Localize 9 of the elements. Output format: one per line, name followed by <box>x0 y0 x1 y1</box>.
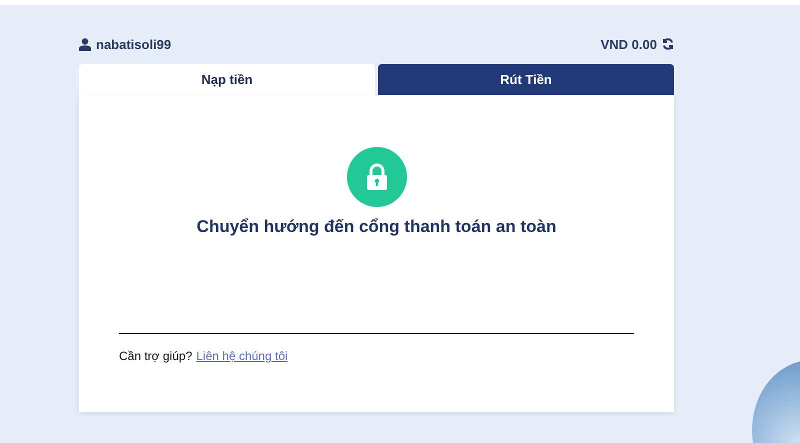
help-text: Cần trợ giúp? <box>119 349 192 363</box>
contact-link[interactable]: Liên hệ chúng tôi <box>196 349 288 363</box>
refresh-icon[interactable] <box>662 38 674 50</box>
redirect-message: Chuyển hướng đến cổng thanh toán an toàn <box>196 217 556 237</box>
user-icon <box>79 38 91 50</box>
tab[interactable]: Rút Tiền <box>378 64 674 95</box>
username: nabatisoli99 <box>96 36 172 52</box>
tab[interactable]: Nạp tiền <box>79 64 375 95</box>
balance: VND 0.00 <box>600 36 657 52</box>
